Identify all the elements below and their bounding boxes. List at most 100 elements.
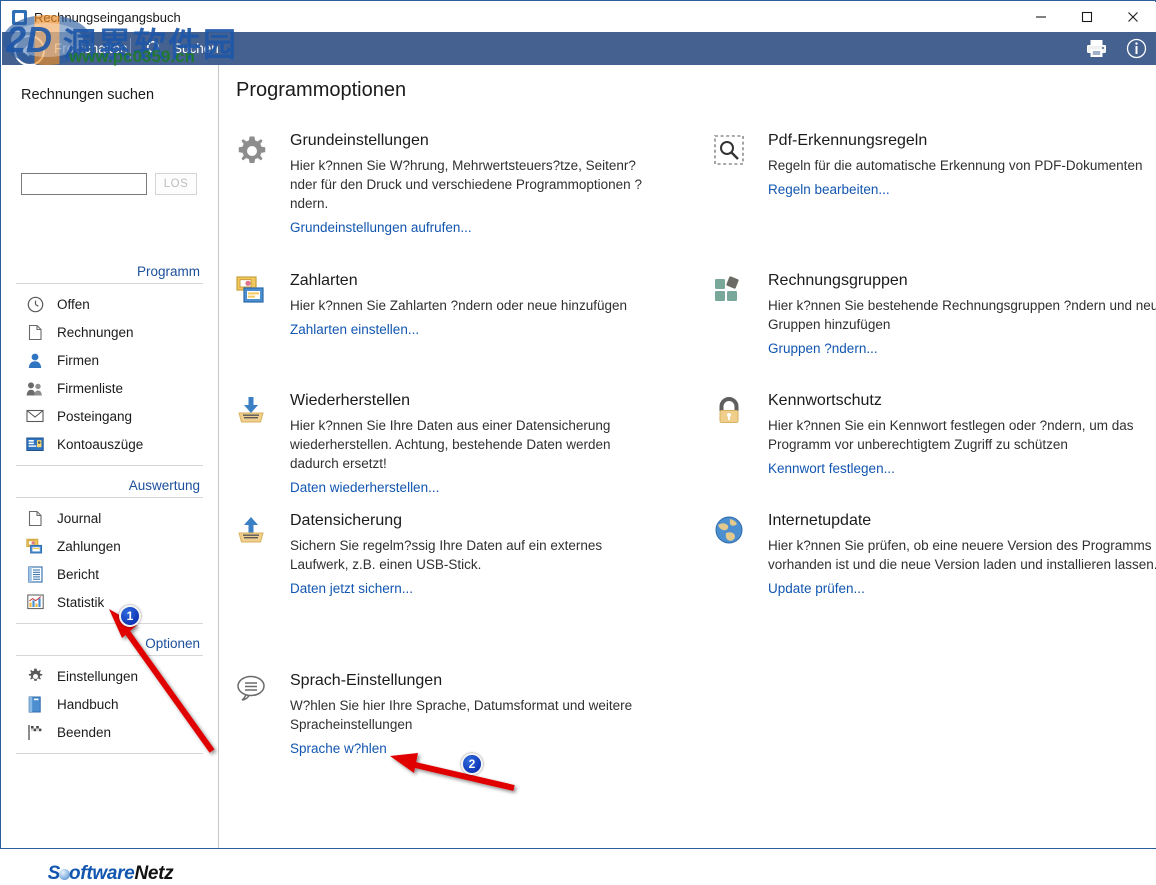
book-icon bbox=[26, 695, 44, 713]
card-link[interactable]: Sprache w?hlen bbox=[290, 741, 387, 756]
card-title: Kennwortschutz bbox=[768, 391, 1156, 411]
card-link[interactable]: Grundeinstellungen aufrufen... bbox=[290, 220, 472, 235]
sidebar-item-zahlungen[interactable]: Zahlungen bbox=[2, 532, 219, 560]
card-description: Hier k?nnen Sie prüfen, ob eine neuere V… bbox=[768, 536, 1156, 574]
sidebar-item-offen[interactable]: Offen bbox=[2, 290, 219, 318]
sidebar-item-bericht[interactable]: Bericht bbox=[2, 560, 219, 588]
sidebar-item-firmen[interactable]: Firmen bbox=[2, 346, 219, 374]
close-button[interactable] bbox=[1110, 2, 1156, 32]
info-icon[interactable] bbox=[1124, 37, 1148, 61]
toolbar-freischalten[interactable]: Freischalten bbox=[54, 32, 128, 65]
card-link[interactable]: Regeln bearbeiten... bbox=[768, 182, 890, 197]
application-window: Rechnungseingangsbuch Freischalten bbox=[0, 0, 1156, 849]
toolbar-separator bbox=[130, 38, 131, 59]
card-kennwortschutz: Kennwortschutz Hier k?nnen Sie ein Kennw… bbox=[714, 391, 1156, 478]
card-title: Sprach-Einstellungen bbox=[290, 671, 676, 691]
sidebar-item-posteingang[interactable]: Posteingang bbox=[2, 402, 219, 430]
window-title: Rechnungseingangsbuch bbox=[34, 10, 181, 25]
envelope-icon bbox=[26, 407, 44, 425]
card-title: Pdf-Erkennungsregeln bbox=[768, 131, 1156, 151]
card-zahlarten: Zahlarten Hier k?nnen Sie Zahlarten ?nde… bbox=[236, 271, 656, 339]
logo-part2: oftware bbox=[69, 863, 134, 884]
payment-card-icon bbox=[26, 537, 44, 555]
toolbar-suchen[interactable]: Suchen bbox=[142, 32, 219, 65]
sidebar-item-label: Handbuch bbox=[57, 697, 119, 712]
back-arrow-icon[interactable] bbox=[14, 35, 45, 66]
sidebar-search-row: LOS bbox=[21, 173, 197, 195]
sidebar-item-firmenliste[interactable]: Firmenliste bbox=[2, 374, 219, 402]
card-description: Hier k?nnen Sie bestehende Rechnungsgrup… bbox=[768, 296, 1156, 334]
card-datensicherung: Datensicherung Sichern Sie regelm?ssig I… bbox=[236, 511, 656, 598]
sidebar-search-label: Rechnungen suchen bbox=[21, 87, 154, 103]
card-description: Regeln für die automatische Erkennung vo… bbox=[768, 156, 1156, 175]
main-content: Programmoptionen Grundeinstellungen Hier… bbox=[220, 65, 1156, 848]
sidebar-section-header: Optionen bbox=[2, 636, 219, 651]
card-link[interactable]: Zahlarten einstellen... bbox=[290, 322, 419, 337]
sidebar-item-rechnungen[interactable]: Rechnungen bbox=[2, 318, 219, 346]
sidebar-item-einstellungen[interactable]: Einstellungen bbox=[2, 662, 219, 690]
card-description: Hier k?nnen Sie Ihre Daten aus einer Dat… bbox=[290, 416, 656, 473]
groups-icon bbox=[714, 275, 746, 307]
printer-icon[interactable] bbox=[1084, 37, 1108, 61]
document-icon bbox=[26, 323, 44, 341]
globe-icon bbox=[714, 515, 746, 547]
card-rechnungsgruppen: Rechnungsgruppen Hier k?nnen Sie bestehe… bbox=[714, 271, 1156, 358]
card-description: Sichern Sie regelm?ssig Ihre Daten auf e… bbox=[290, 536, 656, 574]
card-link[interactable]: Daten jetzt sichern... bbox=[290, 581, 413, 596]
main-toolbar: Freischalten Suchen bbox=[2, 32, 1156, 65]
card-link[interactable]: Daten wiederherstellen... bbox=[290, 480, 439, 495]
sidebar-item-statistik[interactable]: Statistik bbox=[2, 588, 219, 616]
sidebar-item-label: Kontoauszüge bbox=[57, 437, 143, 452]
person-icon bbox=[26, 351, 44, 369]
card-title: Rechnungsgruppen bbox=[768, 271, 1156, 291]
minimize-button[interactable] bbox=[1018, 2, 1064, 32]
sidebar-item-journal[interactable]: Journal bbox=[2, 504, 219, 532]
document-icon bbox=[26, 509, 44, 527]
sidebar-section-auswertung: Auswertung Journal Zahlungen Bericht bbox=[2, 478, 219, 624]
softwarenetz-logo: SoftwareNetz bbox=[2, 863, 219, 885]
card-title: Wiederherstellen bbox=[290, 391, 656, 411]
card-link[interactable]: Update prüfen... bbox=[768, 581, 865, 596]
backup-upload-icon bbox=[236, 515, 268, 547]
toolbar-suchen-label: Suchen bbox=[173, 41, 219, 56]
people-icon bbox=[26, 379, 44, 397]
card-wiederherstellen: Wiederherstellen Hier k?nnen Sie Ihre Da… bbox=[236, 391, 656, 497]
card-description: Hier k?nnen Sie Zahlarten ?ndern oder ne… bbox=[290, 296, 710, 315]
sidebar-item-handbuch[interactable]: Handbuch bbox=[2, 690, 219, 718]
toolbar-right-actions bbox=[1084, 32, 1148, 65]
gear-icon bbox=[26, 667, 44, 685]
sidebar-item-label: Firmenliste bbox=[57, 381, 123, 396]
search-go-button[interactable]: LOS bbox=[155, 173, 197, 195]
card-description: W?hlen Sie hier Ihre Sprache, Datumsform… bbox=[290, 696, 676, 734]
report-icon bbox=[26, 565, 44, 583]
sidebar-section-header: Auswertung bbox=[2, 478, 219, 493]
chart-icon bbox=[26, 593, 44, 611]
search-icon bbox=[142, 37, 166, 61]
card-pdf-erkennungsregeln: Pdf-Erkennungsregeln Regeln für die auto… bbox=[714, 131, 1156, 199]
sidebar-item-label: Bericht bbox=[57, 567, 99, 582]
sidebar-item-label: Rechnungen bbox=[57, 325, 134, 340]
card-title: Grundeinstellungen bbox=[290, 131, 656, 151]
sidebar-item-label: Firmen bbox=[57, 353, 99, 368]
card-description: Hier k?nnen Sie ein Kennwort festlegen o… bbox=[768, 416, 1156, 454]
sidebar-item-kontoauszuege[interactable]: Kontoauszüge bbox=[2, 430, 219, 458]
card-internetupdate: Internetupdate Hier k?nnen Sie prüfen, o… bbox=[714, 511, 1156, 598]
card-link[interactable]: Kennwort festlegen... bbox=[768, 461, 895, 476]
card-link[interactable]: Gruppen ?ndern... bbox=[768, 341, 878, 356]
sidebar-item-label: Einstellungen bbox=[57, 669, 138, 684]
title-bar-left: Rechnungseingangsbuch bbox=[12, 2, 181, 32]
maximize-button[interactable] bbox=[1064, 2, 1110, 32]
toolbar-freischalten-label: Freischalten bbox=[54, 41, 128, 56]
logo-part3: Netz bbox=[134, 863, 173, 884]
card-sprach-einstellungen: Sprach-Einstellungen W?hlen Sie hier Ihr… bbox=[236, 671, 676, 758]
window-controls bbox=[1018, 2, 1156, 32]
card-title: Internetupdate bbox=[768, 511, 1156, 531]
bank-statement-icon bbox=[26, 435, 44, 453]
lock-icon bbox=[714, 395, 746, 427]
search-input[interactable] bbox=[21, 173, 147, 195]
sidebar-section-header: Programm bbox=[2, 264, 219, 279]
clock-icon bbox=[26, 295, 44, 313]
sidebar-section-programm: Programm Offen Rechnungen Firmen bbox=[2, 264, 219, 466]
sidebar-item-beenden[interactable]: Beenden bbox=[2, 718, 219, 746]
sidebar-item-label: Statistik bbox=[57, 595, 104, 610]
